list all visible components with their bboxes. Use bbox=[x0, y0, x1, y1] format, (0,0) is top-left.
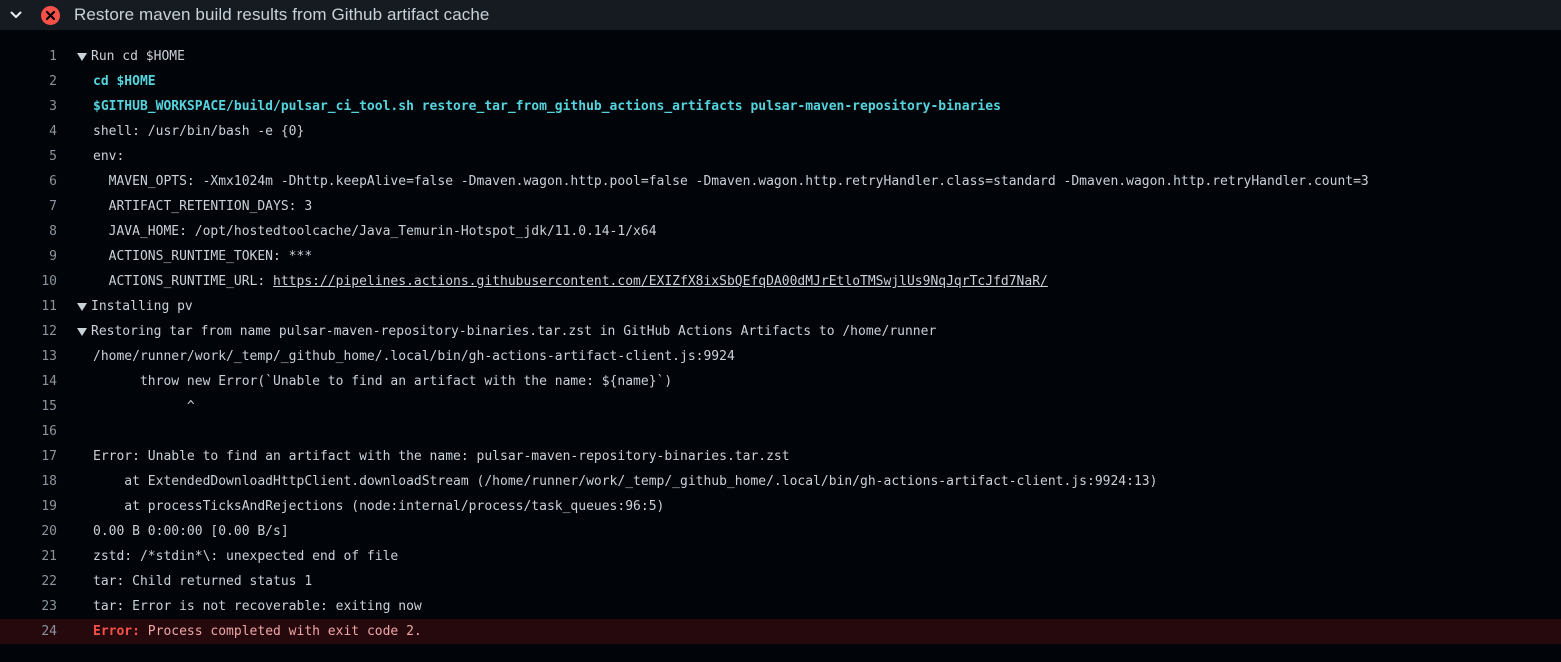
line-number[interactable]: 3 bbox=[0, 99, 57, 114]
line-number[interactable]: 14 bbox=[0, 374, 57, 389]
log-line[interactable]: 18 at ExtendedDownloadHttpClient.downloa… bbox=[0, 469, 1561, 494]
error-message: Process completed with exit code 2. bbox=[139, 624, 422, 639]
x-circle-icon bbox=[41, 5, 60, 25]
log-text: JAVA_HOME: /opt/hostedtoolcache/Java_Tem… bbox=[93, 224, 657, 239]
line-number[interactable]: 21 bbox=[0, 549, 57, 564]
log-line[interactable]: 5 env: bbox=[0, 144, 1561, 169]
log-line[interactable]: 14 throw new Error(`Unable to find an ar… bbox=[0, 369, 1561, 394]
log-line[interactable]: 6 MAVEN_OPTS: -Xmx1024m -Dhttp.keepAlive… bbox=[0, 169, 1561, 194]
group-title[interactable]: Installing pv bbox=[91, 299, 193, 314]
log-line[interactable]: 7 ARTIFACT_RETENTION_DAYS: 3 bbox=[0, 194, 1561, 219]
line-number[interactable]: 5 bbox=[0, 149, 57, 164]
chevron-down-icon[interactable] bbox=[8, 7, 24, 23]
line-number[interactable]: 18 bbox=[0, 474, 57, 489]
line-number[interactable]: 23 bbox=[0, 599, 57, 614]
log-text: ARTIFACT_RETENTION_DAYS: 3 bbox=[93, 199, 313, 214]
runtime-url-link[interactable]: https://pipelines.actions.githubusercont… bbox=[273, 274, 1048, 289]
log-line[interactable]: 9 ACTIONS_RUNTIME_TOKEN: *** bbox=[0, 244, 1561, 269]
log-text: ACTIONS_RUNTIME_TOKEN: *** bbox=[93, 249, 313, 264]
log-line[interactable]: 3 $GITHUB_WORKSPACE/build/pulsar_ci_tool… bbox=[0, 94, 1561, 119]
log-line[interactable]: 16 bbox=[0, 419, 1561, 444]
line-number[interactable]: 9 bbox=[0, 249, 57, 264]
line-number[interactable]: 6 bbox=[0, 174, 57, 189]
log-text: ACTIONS_RUNTIME_URL: bbox=[93, 274, 274, 289]
log-line[interactable]: 4 shell: /usr/bin/bash -e {0} bbox=[0, 119, 1561, 144]
step-header[interactable]: Restore maven build results from Github … bbox=[0, 0, 1561, 30]
line-number[interactable]: 15 bbox=[0, 399, 57, 414]
line-number[interactable]: 17 bbox=[0, 449, 57, 464]
log-line[interactable]: 1 Run cd $HOME bbox=[0, 44, 1561, 69]
log-output: 1 Run cd $HOME 2 cd $HOME 3 $GITHUB_WORK… bbox=[0, 30, 1561, 644]
line-number[interactable]: 8 bbox=[0, 224, 57, 239]
log-text: Error: Unable to find an artifact with t… bbox=[93, 449, 790, 464]
log-text: ^ bbox=[93, 399, 195, 414]
log-text: shell: /usr/bin/bash -e {0} bbox=[93, 124, 305, 139]
log-line[interactable]: 17 Error: Unable to find an artifact wit… bbox=[0, 444, 1561, 469]
line-number[interactable]: 16 bbox=[0, 424, 57, 439]
line-number[interactable]: 4 bbox=[0, 124, 57, 139]
log-text: at ExtendedDownloadHttpClient.downloadSt… bbox=[93, 474, 1158, 489]
line-number[interactable]: 22 bbox=[0, 574, 57, 589]
step-title[interactable]: Restore maven build results from Github … bbox=[74, 5, 489, 25]
log-line[interactable]: 19 at processTicksAndRejections (node:in… bbox=[0, 494, 1561, 519]
line-number[interactable]: 13 bbox=[0, 349, 57, 364]
log-text: zstd: /*stdin*\: unexpected end of file bbox=[93, 549, 399, 564]
log-text: tar: Error is not recoverable: exiting n… bbox=[93, 599, 422, 614]
log-line[interactable]: 20 0.00 B 0:00:00 [0.00 B/s] bbox=[0, 519, 1561, 544]
log-line[interactable]: 10 ACTIONS_RUNTIME_URL: https://pipeline… bbox=[0, 269, 1561, 294]
log-line[interactable]: 2 cd $HOME bbox=[0, 69, 1561, 94]
line-number[interactable]: 10 bbox=[0, 274, 57, 289]
line-number[interactable]: 12 bbox=[0, 324, 57, 339]
log-text: 0.00 B 0:00:00 [0.00 B/s] bbox=[93, 524, 289, 539]
log-text: env: bbox=[93, 149, 125, 164]
group-title[interactable]: Restoring tar from name pulsar-maven-rep… bbox=[91, 324, 936, 339]
command-text: cd $HOME bbox=[93, 74, 156, 89]
group-title[interactable]: Run cd $HOME bbox=[91, 49, 185, 64]
log-line[interactable]: 15 ^ bbox=[0, 394, 1561, 419]
log-line[interactable]: 8 JAVA_HOME: /opt/hostedtoolcache/Java_T… bbox=[0, 219, 1561, 244]
expand-triangle-icon[interactable] bbox=[77, 52, 87, 61]
line-number[interactable]: 2 bbox=[0, 74, 57, 89]
line-number[interactable]: 20 bbox=[0, 524, 57, 539]
line-number[interactable]: 19 bbox=[0, 499, 57, 514]
log-text: tar: Child returned status 1 bbox=[93, 574, 313, 589]
log-line[interactable]: 12 Restoring tar from name pulsar-maven-… bbox=[0, 319, 1561, 344]
expand-triangle-icon[interactable] bbox=[77, 302, 87, 311]
expand-triangle-icon[interactable] bbox=[77, 327, 87, 336]
line-number[interactable]: 11 bbox=[0, 299, 57, 314]
log-line[interactable]: 22 tar: Child returned status 1 bbox=[0, 569, 1561, 594]
log-text: at processTicksAndRejections (node:inter… bbox=[93, 499, 665, 514]
log-line[interactable]: 13 /home/runner/work/_temp/_github_home/… bbox=[0, 344, 1561, 369]
line-number[interactable]: 24 bbox=[0, 624, 57, 639]
log-line[interactable]: 23 tar: Error is not recoverable: exitin… bbox=[0, 594, 1561, 619]
line-number[interactable]: 1 bbox=[0, 49, 57, 64]
log-text: /home/runner/work/_temp/_github_home/.lo… bbox=[93, 349, 735, 364]
log-line[interactable]: 11 Installing pv bbox=[0, 294, 1561, 319]
log-line[interactable]: 21 zstd: /*stdin*\: unexpected end of fi… bbox=[0, 544, 1561, 569]
log-text: throw new Error(`Unable to find an artif… bbox=[93, 374, 673, 389]
line-number[interactable]: 7 bbox=[0, 199, 57, 214]
log-line-error[interactable]: 24 Error: Process completed with exit co… bbox=[0, 619, 1561, 644]
error-label: Error: bbox=[93, 624, 140, 639]
command-text: $GITHUB_WORKSPACE/build/pulsar_ci_tool.s… bbox=[93, 99, 1001, 114]
log-text: MAVEN_OPTS: -Xmx1024m -Dhttp.keepAlive=f… bbox=[93, 174, 1369, 189]
